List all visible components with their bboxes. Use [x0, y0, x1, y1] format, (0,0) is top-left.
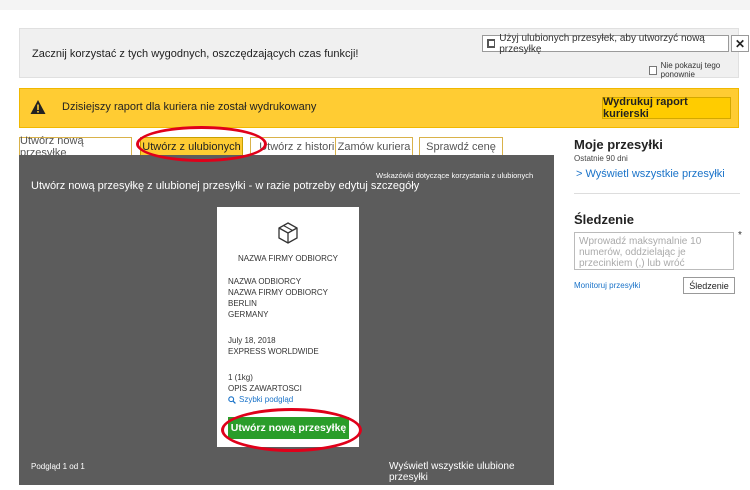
quick-view-label: Szybki podgląd: [239, 395, 294, 404]
use-favorites-button[interactable]: Użyj ulubionych przesyłek, aby utworzyć …: [482, 32, 729, 55]
card-city: BERLIN: [228, 299, 257, 308]
warning-icon: [30, 100, 46, 114]
alert-text: Dzisiejszy raport dla kuriera nie został…: [62, 101, 317, 113]
view-all-favorites-link[interactable]: Wyświetl wszystkie ulubione przesyłki: [389, 461, 554, 483]
use-favorites-label: Użyj ulubionych przesyłek, aby utworzyć …: [499, 32, 705, 55]
top-strip: [0, 0, 750, 10]
panel-title: Utwórz nową przesyłkę z ulubionej przesy…: [31, 180, 420, 192]
tracking-input[interactable]: Wprowadź maksymalnie 10 numerów, oddziel…: [574, 232, 734, 270]
view-all-shipments-link[interactable]: > Wyświetl wszystkie przesyłki: [576, 168, 725, 180]
favorites-icon: [487, 39, 496, 48]
dont-show-checkbox[interactable]: [649, 65, 657, 75]
required-marker: *: [738, 230, 742, 241]
sidebar-divider: [574, 193, 740, 194]
card-date: July 18, 2018: [228, 336, 276, 345]
favorites-tips-link[interactable]: Wskazówki dotyczące korzystania z ulubio…: [376, 171, 533, 180]
card-pieces: 1 (1kg): [228, 373, 253, 382]
close-icon: ✕: [734, 36, 746, 51]
dont-show-label: Nie pokazuj tego ponownie: [660, 61, 721, 79]
tracking-button[interactable]: Śledzenie: [683, 277, 735, 294]
tab-order-courier[interactable]: Zamów kuriera: [335, 137, 413, 155]
my-shipments-title: Moje przesyłki: [574, 137, 663, 152]
dont-show-again[interactable]: Nie pokazuj tego ponownie: [649, 61, 738, 79]
card-contents: OPIS ZAWARTOSCI: [228, 384, 302, 393]
card-country: GERMANY: [228, 310, 269, 319]
card-recipient-name: NAZWA ODBIORCY: [228, 277, 302, 286]
tracking-title: Śledzenie: [574, 212, 634, 227]
my-shipments-subtitle: Ostatnie 90 dni: [574, 154, 628, 163]
courier-report-alert: Dzisiejszy raport dla kuriera nie został…: [19, 88, 739, 128]
tab-create-new[interactable]: Utwórz nową przesyłkę: [19, 135, 132, 159]
preview-counter: Podgląd 1 od 1: [31, 462, 85, 471]
card-service: EXPRESS WORLDWIDE: [228, 347, 319, 356]
quick-view-link[interactable]: Szybki podgląd: [228, 395, 293, 404]
promo-banner: Zacznij korzystać z tych wygodnych, oszc…: [19, 28, 749, 79]
monitor-shipments-link[interactable]: Monitoruj przesyłki: [574, 281, 640, 290]
print-courier-report-button[interactable]: Wydrukuj raport kurierski: [602, 96, 731, 120]
tab-check-price[interactable]: Sprawdź cenę: [419, 137, 503, 155]
card-company: NAZWA FIRMY ODBIORCY: [238, 254, 339, 263]
promo-text: Zacznij korzystać z tych wygodnych, oszc…: [32, 48, 359, 60]
highlight-ellipse-tab: [136, 126, 267, 162]
magnifier-icon: [228, 395, 236, 404]
package-icon: [278, 222, 298, 244]
close-promo-button[interactable]: ✕: [731, 35, 749, 52]
card-recipient-company: NAZWA FIRMY ODBIORCY: [228, 288, 329, 297]
highlight-ellipse-button: [221, 408, 362, 452]
